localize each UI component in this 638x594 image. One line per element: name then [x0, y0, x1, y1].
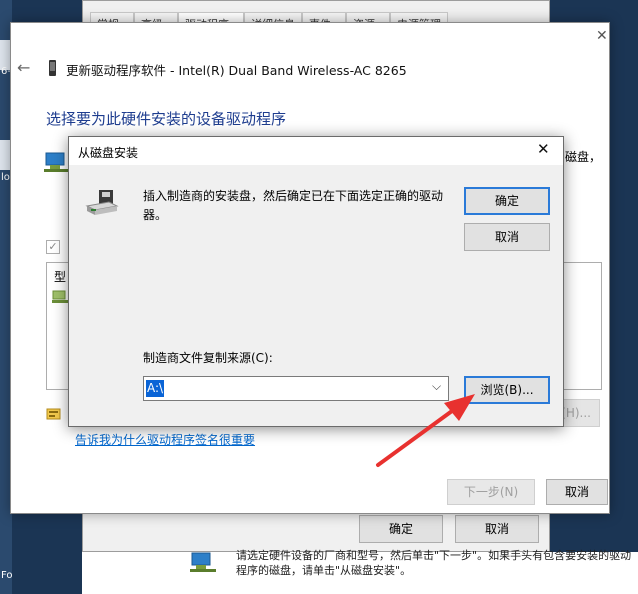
source-path-combobox[interactable]: [143, 376, 449, 401]
dialog-titlebar: [69, 137, 563, 165]
desktop-text-fragment: Fo: [1, 570, 13, 581]
wizard-instruction-fragment: 磁盘，: [565, 150, 602, 164]
wizard-heading: 选择要为此硬件安装的设备驱动程序: [46, 110, 287, 128]
next-button[interactable]: 下一步(N): [447, 479, 535, 505]
close-icon[interactable]: ✕: [537, 140, 550, 158]
browse-button[interactable]: 浏览(B)...: [464, 376, 550, 404]
chevron-down-icon[interactable]: ⌵: [432, 379, 441, 394]
wizard-cancel-button[interactable]: 取消: [546, 479, 608, 505]
dialog-cancel-button[interactable]: 取消: [464, 223, 550, 251]
driver-signed-icon: [46, 408, 61, 420]
network-adapter-icon: [52, 290, 68, 303]
close-icon[interactable]: ✕: [596, 28, 608, 44]
network-adapter-icon: [44, 152, 68, 172]
dialog-message: 插入制造商的安装盘，然后确定已在下面选定正确的驱动器。: [143, 189, 444, 222]
source-path-value[interactable]: A:\: [146, 380, 165, 397]
show-compatible-hardware-checkbox[interactable]: ✓: [46, 240, 60, 254]
source-path-label: 制造商文件复制来源(C):: [143, 351, 273, 365]
properties-ok-button[interactable]: 确定: [359, 515, 443, 543]
driver-signing-help-link[interactable]: 告诉我为什么驱动程序签名很重要: [75, 431, 255, 448]
dialog-ok-button[interactable]: 确定: [464, 187, 550, 215]
floppy-disk-icon: [85, 190, 119, 215]
background-instruction-text: 请选定硬件设备的厂商和型号，然后单击"下一步"。如果手头有包含要安装的驱动程序的…: [236, 549, 632, 577]
back-arrow-icon[interactable]: ←: [17, 58, 30, 77]
properties-cancel-button[interactable]: 取消: [455, 515, 539, 543]
desktop-text-fragment: lo: [1, 172, 10, 183]
device-icon: [49, 60, 56, 76]
wizard-title: 更新驱动程序软件 - Intel(R) Dual Band Wireless-A…: [66, 63, 407, 78]
network-adapter-icon: [190, 552, 216, 572]
model-list-header: 型: [54, 270, 67, 284]
dialog-title: 从磁盘安装: [78, 146, 139, 160]
